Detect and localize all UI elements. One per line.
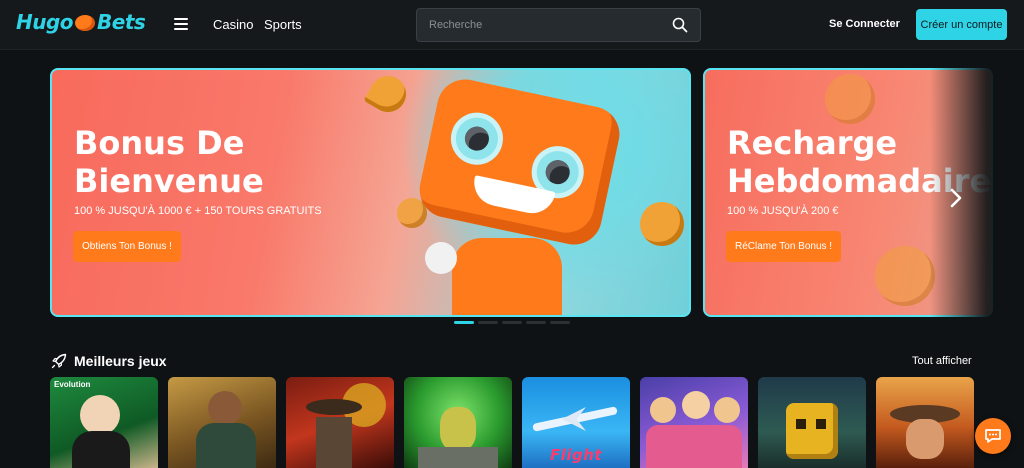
game-artwork xyxy=(196,423,256,468)
rugby-ball-icon xyxy=(75,15,96,31)
mascot-hand xyxy=(425,242,457,274)
coin-decoration xyxy=(825,74,875,124)
game-tile[interactable] xyxy=(404,377,512,468)
mascot-eye xyxy=(446,107,508,170)
carousel-dot[interactable] xyxy=(478,321,498,324)
game-artwork xyxy=(714,397,740,423)
coin-decoration xyxy=(875,246,935,306)
carousel-dot[interactable] xyxy=(550,321,570,324)
login-link[interactable]: Se Connecter xyxy=(829,18,900,30)
game-artwork xyxy=(72,431,130,468)
coin-decoration xyxy=(363,70,413,119)
nav-casino[interactable]: Casino xyxy=(213,17,253,32)
game-artwork xyxy=(208,391,242,425)
banner-subtitle: 100 % JUSQU'À 200 € xyxy=(727,205,839,217)
nav-sports[interactable]: Sports xyxy=(264,17,302,32)
promo-banner-welcome[interactable]: Bonus De Bienvenue 100 % JUSQU'À 1000 € … xyxy=(50,68,691,317)
game-tile[interactable] xyxy=(876,377,974,468)
game-artwork xyxy=(440,407,476,451)
live-chat-button[interactable] xyxy=(975,418,1011,454)
game-artwork xyxy=(796,419,806,429)
search-icon[interactable] xyxy=(672,17,688,33)
game-title: Flight xyxy=(549,446,603,464)
logo-text-left: Hugo xyxy=(16,10,74,34)
search-input[interactable] xyxy=(417,9,667,41)
game-tile[interactable] xyxy=(640,377,748,468)
signup-button[interactable]: Créer un compte xyxy=(916,9,1007,40)
banner-title: Bonus De Bienvenue xyxy=(74,124,264,200)
carousel-dot[interactable] xyxy=(526,321,546,324)
banner-subtitle: 100 % JUSQU'À 1000 € + 150 TOURS GRATUIT… xyxy=(74,205,322,217)
mascot-body xyxy=(452,238,562,315)
claim-welcome-bonus-button[interactable]: Obtiens Ton Bonus ! xyxy=(73,231,181,262)
game-artwork xyxy=(816,419,826,429)
game-artwork xyxy=(316,417,352,468)
chat-bubble-icon xyxy=(985,429,1001,443)
logo-text-right: Bets xyxy=(97,10,146,34)
game-artwork xyxy=(682,391,710,419)
game-tile[interactable]: Flight xyxy=(522,377,630,468)
game-artwork xyxy=(418,447,498,468)
hugobets-logo[interactable]: Hugo Bets xyxy=(16,10,146,34)
chevron-right-icon[interactable] xyxy=(944,184,968,212)
see-all-link[interactable]: Tout afficher xyxy=(912,355,972,367)
coin-decoration xyxy=(640,202,684,246)
search-box xyxy=(416,8,701,42)
carousel-dot[interactable] xyxy=(454,321,474,324)
game-artwork xyxy=(906,419,944,459)
claim-weekly-bonus-button[interactable]: RéClame Ton Bonus ! xyxy=(726,231,842,262)
hamburger-icon[interactable] xyxy=(174,18,188,30)
game-artwork xyxy=(786,403,838,459)
carousel-dot[interactable] xyxy=(502,321,522,324)
game-tile[interactable]: Evolution xyxy=(50,377,158,468)
game-artwork xyxy=(646,425,742,468)
section-title: Meilleurs jeux xyxy=(74,353,167,369)
game-artwork xyxy=(80,395,120,435)
game-tile[interactable] xyxy=(168,377,276,468)
game-tile[interactable] xyxy=(286,377,394,468)
game-artwork xyxy=(650,397,676,423)
provider-tag: Evolution xyxy=(54,380,91,389)
top-header: Hugo Bets Casino Sports Se Connecter Cré… xyxy=(0,0,1024,50)
game-tile[interactable] xyxy=(758,377,866,468)
mascot-illustration xyxy=(414,74,625,250)
rocket-icon xyxy=(51,353,67,369)
game-artwork xyxy=(306,399,362,415)
carousel-indicators xyxy=(454,321,570,324)
